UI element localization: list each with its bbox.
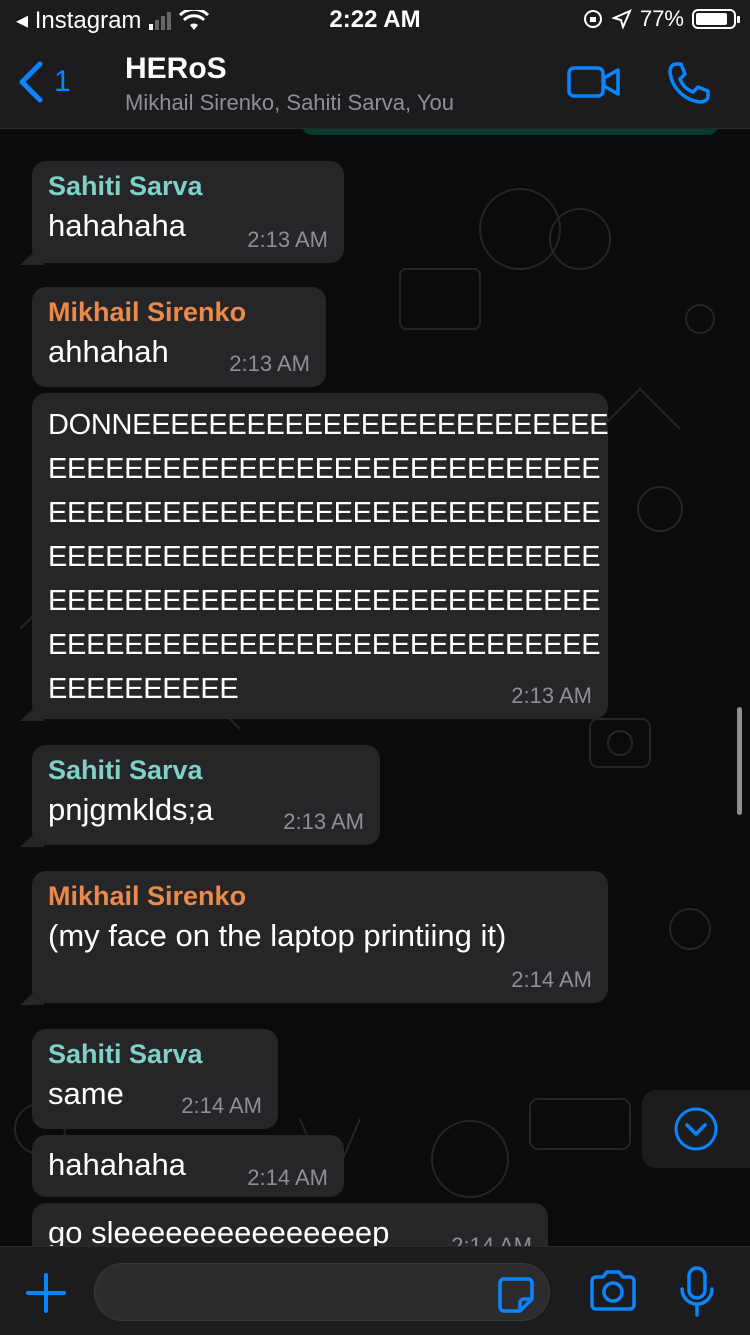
message-time: 2:13 AM [247,227,328,252]
message-time: 2:13 AM [283,809,364,834]
message-sender: Sahiti Sarva [48,755,203,785]
message-time: 2:14 AM [451,1233,532,1246]
message-input[interactable] [94,1263,550,1321]
microphone-icon[interactable] [678,1265,716,1319]
message-bubble[interactable]: hahahaha 2:14 AM [32,1135,344,1197]
group-title[interactable]: HERoS [125,52,227,86]
message-list[interactable]: Sahiti Sarva hahahaha 2:13 AM Mikhail Si… [0,129,750,1246]
message-time: 2:13 AM [511,683,592,708]
chevron-left-icon [19,61,43,103]
camera-icon[interactable] [588,1269,638,1313]
message-bubble[interactable]: Mikhail Sirenko (my face on the laptop p… [32,871,608,1003]
composer-bar [0,1246,750,1335]
message-bubble[interactable]: Sahiti Sarva pnjgmklds;a 2:13 AM [32,745,380,845]
group-members[interactable]: Mikhail Sirenko, Sahiti Sarva, You [125,90,454,116]
message-bubble[interactable]: DONNEEEEEEEEEEEEEEEEEEEEEEEEE EEEEEEEEEE… [32,393,609,719]
message-time: 2:14 AM [247,1165,328,1190]
message-text: DONNEEEEEEEEEEEEEEEEEEEEEEEEE EEEEEEEEEE… [48,409,609,705]
sticker-icon[interactable] [496,1275,536,1315]
message-sender: Sahiti Sarva [48,1039,203,1069]
phone-call-icon[interactable] [666,60,712,106]
message-text: (my face on the laptop printiing it) [48,918,507,953]
message-time: 2:13 AM [229,351,310,376]
back-button[interactable]: 1 [16,60,71,104]
battery-percent: 77% [639,6,684,31]
scrollbar[interactable] [737,707,742,815]
message-sender: Mikhail Sirenko [48,297,247,327]
scroll-to-bottom-button[interactable] [642,1090,750,1168]
video-call-icon[interactable] [566,62,622,102]
unread-count: 1 [54,65,71,98]
message-time: 2:14 AM [181,1093,262,1118]
location-arrow-icon [611,9,632,29]
message-bubble[interactable]: Sahiti Sarva same 2:14 AM [32,1029,278,1129]
message-bubble[interactable]: Mikhail Sirenko ahhahah 2:13 AM [32,287,326,387]
message-time: 2:14 AM [511,967,592,992]
orientation-lock-icon [583,10,602,28]
message-sender: Mikhail Sirenko [48,881,247,911]
previous-message-edge [302,129,718,135]
chevron-down-circle-icon [674,1107,718,1151]
message-bubble[interactable]: Sahiti Sarva hahahaha 2:13 AM [32,161,344,263]
status-bar: ◂ Instagram 2:22 AM 77% [0,0,750,40]
message-bubble[interactable]: go sleeeeeeeeeeeeeeep 2:14 AM [32,1203,548,1246]
battery-icon [692,9,740,29]
plus-icon[interactable] [24,1271,68,1315]
chat-header: 1 HERoS Mikhail Sirenko, Sahiti Sarva, Y… [0,40,750,129]
message-sender: Sahiti Sarva [48,171,203,201]
